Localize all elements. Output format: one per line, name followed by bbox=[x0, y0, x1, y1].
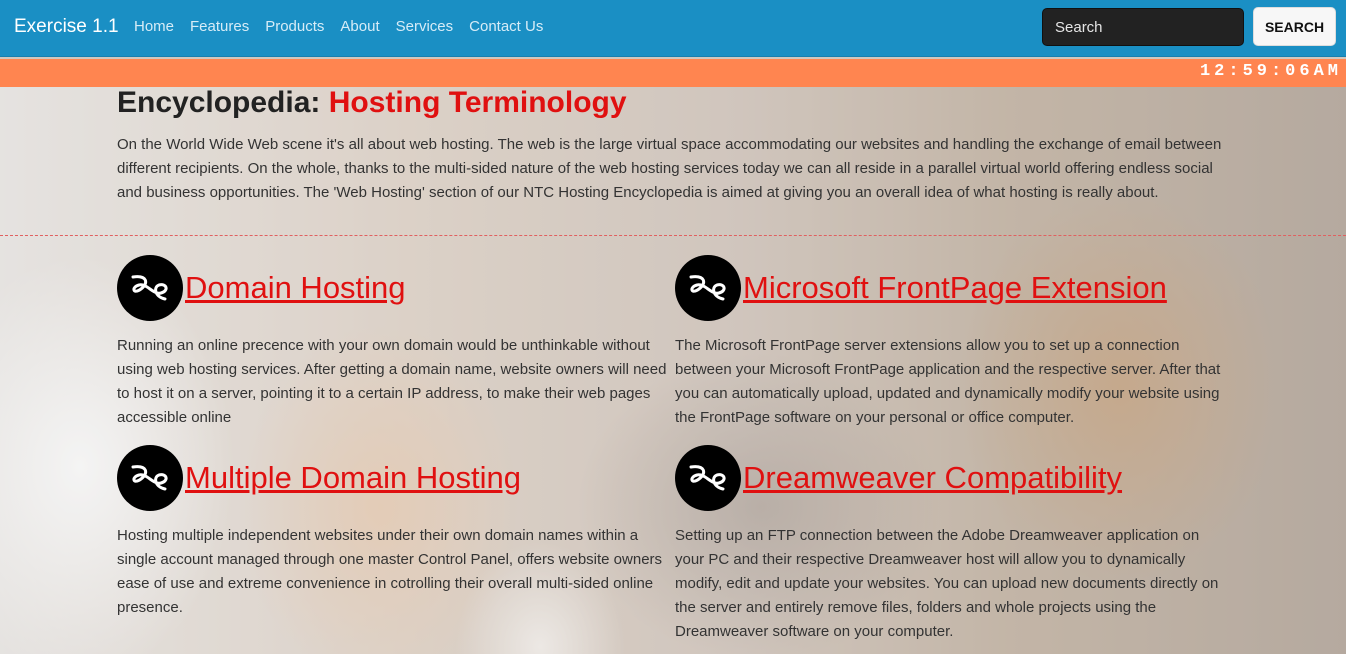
feature-title-link[interactable]: Domain Hosting bbox=[185, 270, 406, 306]
search-input[interactable] bbox=[1042, 8, 1244, 46]
nav-link-home[interactable]: Home bbox=[134, 18, 174, 35]
feature-frontpage-extension: Microsoft FrontPage Extension The Micros… bbox=[675, 254, 1231, 430]
search-button[interactable]: SEARCH bbox=[1253, 7, 1336, 46]
feature-description: Running an online precence with your own… bbox=[117, 337, 667, 426]
feature-header: Microsoft FrontPage Extension bbox=[675, 254, 1231, 322]
brand[interactable]: Exercise 1.1 bbox=[14, 16, 119, 38]
feature-title-link[interactable]: Multiple Domain Hosting bbox=[185, 460, 521, 496]
feature-title-link[interactable]: Dreamweaver Compatibility bbox=[743, 460, 1122, 496]
feature-dreamweaver-compatibility: Dreamweaver Compatibility Setting up an … bbox=[675, 444, 1231, 644]
nav-link-services[interactable]: Services bbox=[396, 18, 454, 35]
clock: 12:59:06AM bbox=[1199, 62, 1342, 81]
page-title: Encyclopedia: Hosting Terminology bbox=[117, 86, 627, 120]
feature-domain-hosting: Domain Hosting Running an online precenc… bbox=[117, 254, 673, 430]
feature-header: Dreamweaver Compatibility bbox=[675, 444, 1231, 512]
glasses-logo-icon bbox=[117, 255, 183, 321]
glasses-logo-icon bbox=[117, 445, 183, 511]
feature-description: The Microsoft FrontPage server extension… bbox=[675, 337, 1221, 426]
nav-link-features[interactable]: Features bbox=[190, 18, 249, 35]
feature-title-link[interactable]: Microsoft FrontPage Extension bbox=[743, 270, 1167, 306]
feature-header: Domain Hosting bbox=[117, 254, 673, 322]
page-title-highlight: Hosting Terminology bbox=[328, 86, 627, 119]
glasses-logo-icon bbox=[675, 255, 741, 321]
nav-link-products[interactable]: Products bbox=[265, 18, 324, 35]
feature-header: Multiple Domain Hosting bbox=[117, 444, 673, 512]
clock-strip: 12:59:06AM bbox=[0, 59, 1346, 87]
nav-links: Home Features Products About Services Co… bbox=[134, 18, 543, 35]
divider bbox=[0, 235, 1346, 236]
navbar: Exercise 1.1 Home Features Products Abou… bbox=[0, 0, 1346, 57]
nav-link-contact[interactable]: Contact Us bbox=[469, 18, 543, 35]
feature-description: Hosting multiple independent websites un… bbox=[117, 527, 663, 616]
feature-multiple-domain-hosting: Multiple Domain Hosting Hosting multiple… bbox=[117, 444, 673, 620]
nav-link-about[interactable]: About bbox=[340, 18, 379, 35]
feature-description: Setting up an FTP connection between the… bbox=[675, 527, 1219, 640]
intro-paragraph: On the World Wide Web scene it's all abo… bbox=[117, 136, 1222, 201]
glasses-logo-icon bbox=[675, 445, 741, 511]
page-title-prefix: Encyclopedia: bbox=[117, 86, 321, 119]
